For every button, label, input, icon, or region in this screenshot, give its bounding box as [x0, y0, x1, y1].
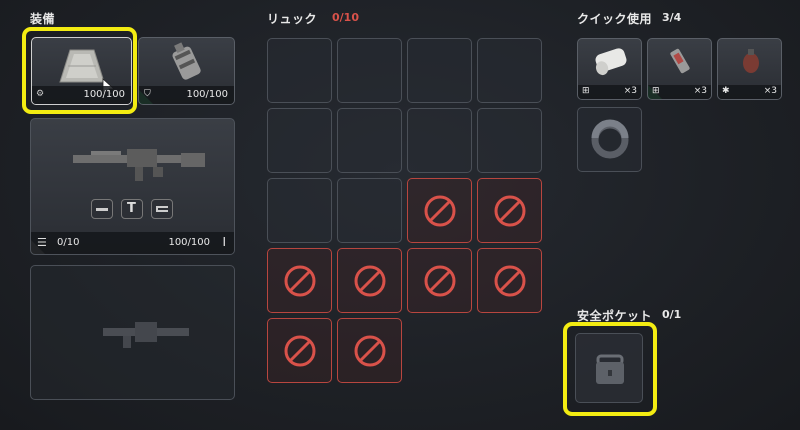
- empty-slot-ring-icon: [591, 119, 629, 159]
- medical-plus-icon: ⊞: [652, 86, 660, 96]
- locked-slot-icon: [494, 195, 525, 226]
- ammo-icon: ☰: [37, 236, 47, 249]
- armor-slot-highlight: [22, 27, 137, 114]
- locked-slot-icon: [284, 335, 315, 366]
- weapon-ammo: 0/10: [57, 237, 80, 248]
- backpack-slot-locked: [337, 248, 402, 313]
- quick-use-count: 3/4: [662, 11, 682, 24]
- backpack-slot-locked: [337, 318, 402, 383]
- safe-pocket-highlight: [563, 322, 657, 416]
- weapon-durability: 100/100: [168, 237, 210, 248]
- syringe-qty: ×3: [693, 86, 707, 96]
- backpack-slot[interactable]: [407, 38, 472, 103]
- equipment-title: 装備: [30, 12, 56, 26]
- locked-slot-icon: [284, 265, 315, 296]
- helmet-icon: [172, 42, 201, 80]
- backpack-slot[interactable]: [267, 38, 332, 103]
- shield-icon: ⛉: [144, 89, 151, 99]
- backpack-slot-locked: [267, 248, 332, 313]
- locked-slot-icon: [354, 265, 385, 296]
- helmet-slot[interactable]: ⛉ 100/100: [138, 37, 235, 105]
- helmet-durability: 100/100: [186, 89, 228, 100]
- secondary-weapon-slot[interactable]: [30, 265, 235, 400]
- durability-icon: I: [222, 235, 226, 249]
- backpack-title: リュック: [267, 12, 318, 26]
- grenade-qty: ×3: [763, 86, 777, 96]
- grip-attachment-slot[interactable]: T: [121, 199, 143, 219]
- locked-slot-icon: [354, 335, 385, 366]
- backpack-slot[interactable]: [407, 108, 472, 173]
- rifle-icon: [73, 149, 205, 181]
- backpack-slot-locked: [477, 248, 542, 313]
- backpack-slot[interactable]: [337, 178, 402, 243]
- quick-slot-grenade[interactable]: ✱ ×3: [717, 38, 782, 100]
- backpack-slot-locked: [477, 178, 542, 243]
- primary-weapon-slot[interactable]: T ☰ 0/10 100/100 I: [30, 118, 235, 255]
- grenade-icon: [743, 49, 759, 73]
- quick-slot-empty[interactable]: [577, 107, 642, 172]
- quick-use-title: クイック使用: [577, 12, 653, 26]
- safe-pocket-count: 0/1: [662, 308, 682, 321]
- bandage-icon: [595, 48, 627, 76]
- backpack-slot[interactable]: [337, 38, 402, 103]
- backpack-slot[interactable]: [477, 108, 542, 173]
- locked-slot-icon: [424, 265, 455, 296]
- muzzle-attachment-slot[interactable]: [91, 199, 113, 219]
- backpack-slot-locked: [407, 248, 472, 313]
- throwable-icon: ✱: [722, 86, 730, 96]
- quick-slot-bandage[interactable]: ⊞ ×3: [577, 38, 642, 100]
- backpack-slot[interactable]: [337, 108, 402, 173]
- syringe-icon: [670, 48, 690, 74]
- locked-slot-icon: [494, 265, 525, 296]
- stock-attachment-slot[interactable]: [151, 199, 173, 219]
- backpack-count: 0/10: [332, 11, 359, 24]
- grip-icon: T: [127, 201, 136, 216]
- medical-plus-icon: ⊞: [582, 86, 590, 96]
- backpack-slot-locked: [267, 318, 332, 383]
- backpack-slot[interactable]: [267, 108, 332, 173]
- backpack-slot[interactable]: [267, 178, 332, 243]
- locked-slot-icon: [424, 195, 455, 226]
- bandage-qty: ×3: [623, 86, 637, 96]
- quick-slot-syringe[interactable]: ⊞ ×3: [647, 38, 712, 100]
- backpack-slot-locked: [407, 178, 472, 243]
- smg-placeholder-icon: [103, 322, 189, 348]
- backpack-slot[interactable]: [477, 38, 542, 103]
